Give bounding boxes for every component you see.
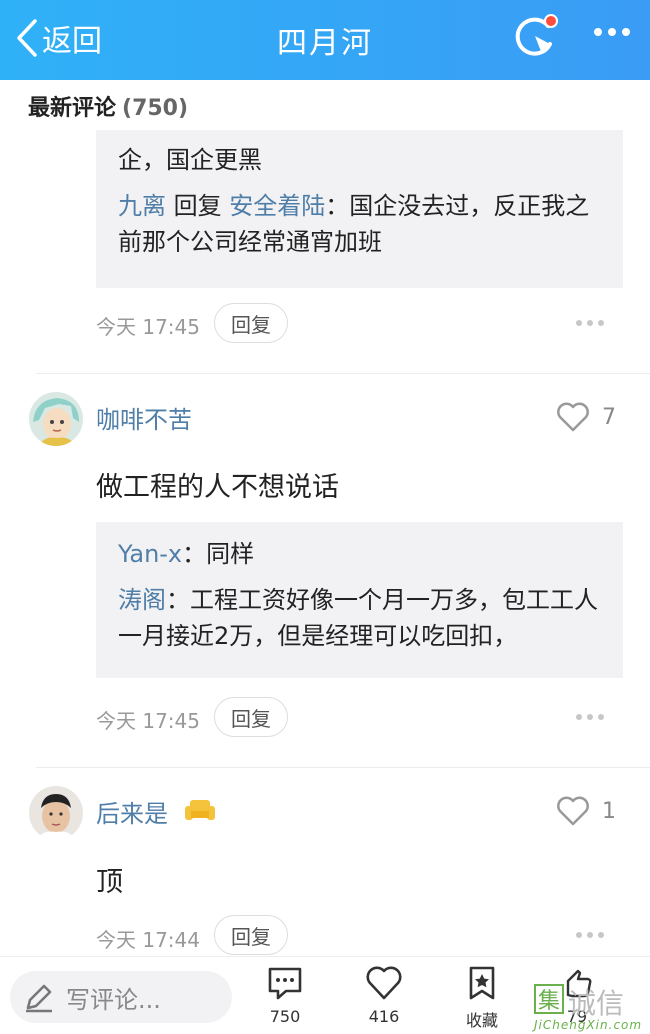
comment-time: 今天 17:44 — [96, 928, 200, 952]
dot-icon — [598, 320, 604, 326]
watermark-box: 集 — [534, 984, 564, 1014]
reply-block[interactable]: Yan-x：同样 涛阁：工程工资好像一个月一万多，包工工人一月接近2万，但是经理… — [96, 522, 623, 678]
comment-more-button[interactable] — [576, 714, 604, 720]
dot-icon — [576, 714, 582, 720]
reply-text: 企，国企更黑 — [118, 146, 262, 174]
reply-button[interactable]: 回复 — [214, 303, 288, 343]
reply-text: 工程工资好像一个月一万多，包工工人一月接近2万，但是经理可以吃回扣， — [118, 586, 598, 650]
section-title: 最新评论 (750) — [28, 90, 188, 122]
comment-username[interactable]: 后来是 — [96, 794, 168, 829]
reply-target-link[interactable]: 安全着陆 — [229, 192, 325, 220]
reply-button[interactable]: 回复 — [214, 915, 288, 955]
like-count: 7 — [602, 404, 616, 430]
reply-user-link[interactable]: 九离 — [118, 192, 166, 220]
comment-text: 顶 — [96, 867, 123, 898]
comment-time: 今天 17:45 — [96, 709, 200, 733]
comment-count: (750) — [122, 96, 189, 121]
heart-icon — [366, 966, 402, 1000]
reply-line: 涛阁：工程工资好像一个月一万多，包工工人一月接近2万，但是经理可以吃回扣， — [118, 582, 601, 654]
reply-text: 同样 — [206, 540, 255, 568]
avatar-image — [29, 392, 83, 446]
comment-time: 今天 17:45 — [96, 315, 200, 339]
reply-verb: 回复 — [173, 192, 222, 220]
comment-more-button[interactable] — [576, 932, 604, 938]
write-comment-input[interactable]: 写评论... — [10, 971, 232, 1023]
refresh-button[interactable] — [510, 14, 560, 62]
reply-separator: ： — [325, 192, 350, 220]
dot-icon — [587, 714, 593, 720]
heart-icon — [557, 402, 589, 432]
watermark: 集 诚信 JiChengXin.com — [534, 982, 650, 1034]
divider — [36, 767, 650, 768]
favorite-button[interactable]: 收藏 — [447, 965, 517, 1031]
like-button[interactable]: 7 — [556, 402, 616, 432]
more-dot-icon — [622, 28, 630, 36]
reply-line: 企，国企更黑 — [118, 142, 601, 178]
comment-username[interactable]: 咖啡不苦 — [96, 400, 192, 435]
watermark-text: 诚信 — [568, 987, 625, 1020]
reply-button[interactable]: 回复 — [214, 697, 288, 737]
watermark-sub: JiChengXin.com — [534, 1018, 643, 1032]
comment-bubble-icon — [268, 967, 302, 1000]
notification-dot — [544, 14, 558, 28]
dot-icon — [576, 320, 582, 326]
comments-page: 返回 四月河 最新评论 (750) 企，国企更黑 九离 回复 安全着陆：国企没去过… — [0, 0, 650, 1034]
sofa-badge-icon — [185, 800, 215, 820]
like-button[interactable]: 1 — [556, 796, 616, 826]
dot-icon — [576, 932, 582, 938]
reply-separator: ： — [166, 586, 190, 614]
comment-text: 做工程的人不想说话 — [96, 472, 339, 503]
reply-user-link[interactable]: Yan-x — [118, 540, 182, 568]
reply-block: 企，国企更黑 九离 回复 安全着陆：国企没去过，反正我之前那个公司经常通宵加班 — [96, 130, 623, 288]
dot-icon — [598, 714, 604, 720]
avatar[interactable] — [29, 392, 83, 446]
reply-line: Yan-x：同样 — [118, 536, 601, 572]
dot-icon — [587, 320, 593, 326]
header-bar: 返回 四月河 — [0, 0, 650, 80]
avatar[interactable] — [29, 786, 83, 840]
heart-icon — [557, 796, 589, 826]
reply-separator: ： — [182, 540, 207, 568]
write-comment-placeholder: 写评论... — [66, 985, 161, 1014]
bookmark-star-icon — [469, 966, 495, 1000]
like-count: 1 — [602, 798, 616, 824]
dot-icon — [598, 932, 604, 938]
likes-count: 416 — [368, 1007, 400, 1026]
favorite-label: 收藏 — [465, 1011, 498, 1030]
more-dot-icon — [594, 28, 602, 36]
comments-count: 750 — [269, 1007, 301, 1026]
reply-line: 九离 回复 安全着陆：国企没去过，反正我之前那个公司经常通宵加班 — [118, 188, 601, 260]
reply-user-link[interactable]: 涛阁 — [118, 586, 166, 614]
avatar-image — [29, 786, 83, 840]
comment-more-button[interactable] — [576, 320, 604, 326]
more-dot-icon — [608, 28, 616, 36]
dot-icon — [587, 932, 593, 938]
divider — [36, 373, 650, 374]
comments-button[interactable]: 750 — [250, 965, 320, 1026]
like-post-button[interactable]: 416 — [349, 965, 419, 1026]
more-menu-button[interactable] — [594, 28, 630, 36]
section-title-label: 最新评论 — [28, 96, 117, 121]
pencil-icon — [26, 984, 52, 1013]
